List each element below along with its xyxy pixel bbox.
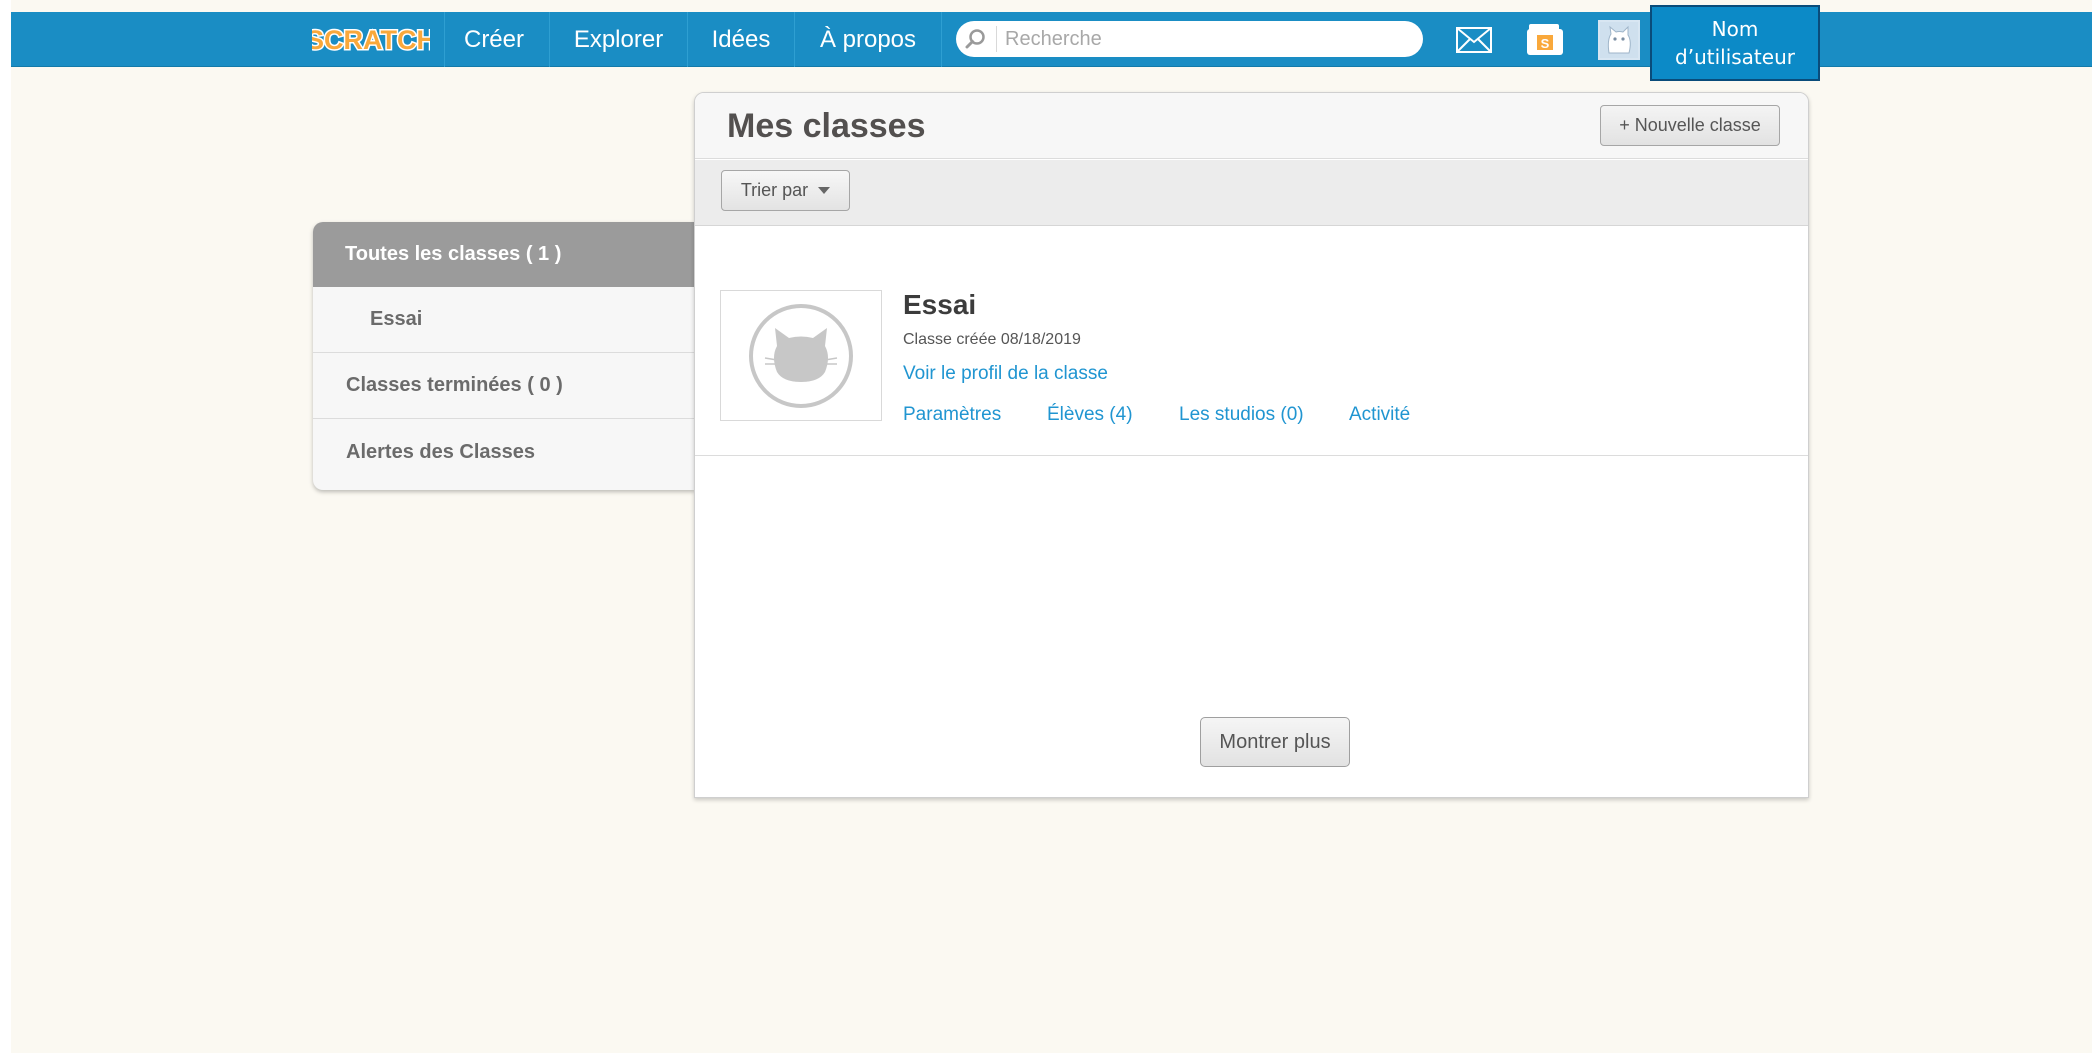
panel-header: Mes classes + Nouvelle classe bbox=[695, 93, 1808, 159]
sidebar-item-label: Classes terminées ( 0 ) bbox=[346, 374, 563, 396]
show-more-button[interactable]: Montrer plus bbox=[1200, 717, 1350, 767]
sidebar-item-class-alerts[interactable]: Alertes des Classes bbox=[313, 419, 695, 485]
classes-panel: Mes classes + Nouvelle classe Trier par … bbox=[694, 92, 1809, 798]
username-line-2: d’utilisateur bbox=[1675, 45, 1795, 69]
nav-create-label: Créer bbox=[463, 25, 524, 53]
search-bar[interactable] bbox=[956, 21, 1423, 57]
class-settings-link[interactable]: Paramètres bbox=[903, 404, 1001, 426]
svg-text:SCRATCH: SCRATCH bbox=[312, 25, 430, 55]
my-stuff-icon[interactable]: S bbox=[1526, 22, 1564, 56]
sort-bar: Trier par bbox=[695, 160, 1808, 226]
class-students-link[interactable]: Élèves (4) bbox=[1047, 404, 1133, 426]
avatar[interactable] bbox=[1598, 20, 1640, 60]
sort-by-dropdown[interactable]: Trier par bbox=[721, 170, 850, 211]
cat-placeholder-icon bbox=[749, 303, 853, 408]
nav-ideas-label: Idées bbox=[711, 25, 771, 53]
nav-create[interactable]: Créer bbox=[444, 12, 543, 67]
nav-ideas[interactable]: Idées bbox=[687, 12, 794, 67]
sidebar-item-essai[interactable]: Essai bbox=[313, 287, 695, 353]
class-thumbnail[interactable] bbox=[720, 290, 882, 421]
class-profile-link[interactable]: Voir le profil de la classe bbox=[903, 363, 1108, 385]
sidebar-item-label: Essai bbox=[370, 308, 423, 330]
page-title: Mes classes bbox=[727, 107, 926, 145]
username-menu[interactable]: Nom d’utilisateur bbox=[1650, 5, 1820, 81]
messages-icon[interactable] bbox=[1455, 26, 1493, 54]
my-stuff-badge: S bbox=[1541, 36, 1550, 51]
sidebar-item-all-classes[interactable]: Toutes les classes ( 1 ) bbox=[313, 222, 695, 287]
scratch-logo[interactable]: SCRATCH bbox=[312, 21, 430, 57]
search-input[interactable] bbox=[997, 23, 1397, 55]
class-created-date: Classe créée 08/18/2019 bbox=[903, 331, 1081, 348]
sidebar-item-completed-classes[interactable]: Classes terminées ( 0 ) bbox=[313, 353, 695, 419]
classes-sidebar: Toutes les classes ( 1 ) Essai Classes t… bbox=[313, 222, 695, 490]
class-name[interactable]: Essai bbox=[903, 289, 976, 321]
sort-by-label: Trier par bbox=[740, 180, 809, 200]
nav-explore-label: Explorer bbox=[573, 25, 664, 53]
nav-explore[interactable]: Explorer bbox=[549, 12, 687, 67]
nav-about-label: À propos bbox=[819, 25, 917, 53]
username-line-1: Nom bbox=[1711, 17, 1759, 41]
new-class-button[interactable]: + Nouvelle classe bbox=[1600, 105, 1780, 146]
class-activity-link[interactable]: Activité bbox=[1349, 404, 1410, 426]
class-studios-link[interactable]: Les studios (0) bbox=[1179, 404, 1304, 426]
left-edge bbox=[0, 0, 11, 1053]
class-list-item: Essai Classe créée 08/18/2019 Voir le pr… bbox=[695, 227, 1808, 456]
chevron-down-icon bbox=[818, 187, 831, 194]
sidebar-item-label: Toutes les classes ( 1 ) bbox=[345, 243, 562, 265]
nav-about[interactable]: À propos bbox=[794, 12, 942, 67]
search-icon bbox=[956, 21, 996, 57]
sidebar-item-label: Alertes des Classes bbox=[346, 440, 536, 463]
